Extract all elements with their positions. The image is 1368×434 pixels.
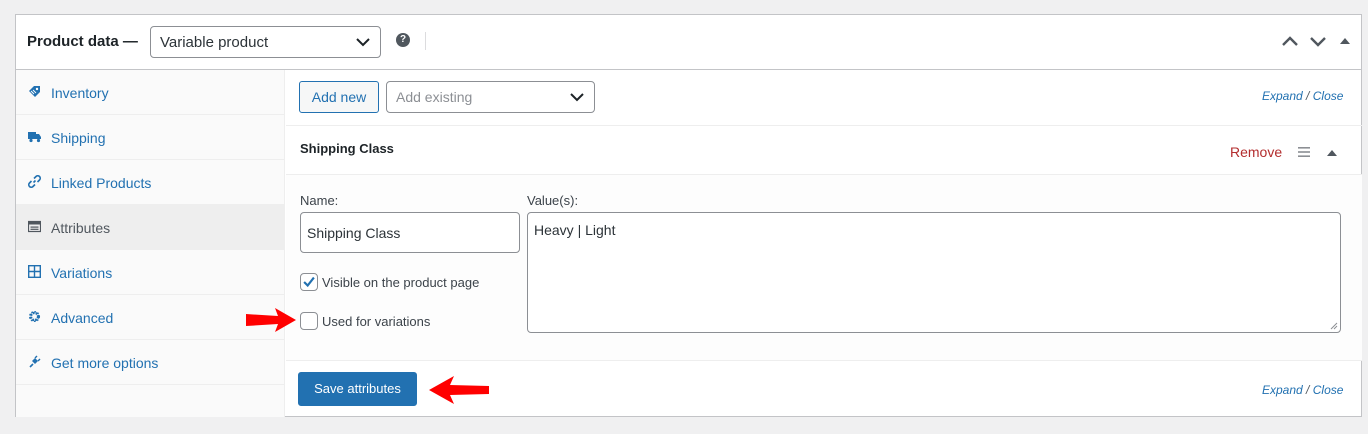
chevron-down-icon — [570, 93, 584, 102]
annotation-arrow-icon — [429, 376, 489, 404]
sidebar-item-shipping[interactable]: Shipping — [16, 115, 284, 160]
visible-label: Visible on the product page — [322, 275, 480, 290]
annotation-arrow-icon — [246, 308, 296, 332]
tag-icon — [29, 86, 40, 97]
grid-icon — [28, 265, 41, 278]
visible-checkbox[interactable] — [300, 273, 318, 291]
sidebar-item-label: Advanced — [51, 310, 114, 326]
gear-icon — [28, 310, 41, 323]
sidebar-item-attributes[interactable]: Attributes — [16, 205, 284, 250]
sidebar-item-variations[interactable]: Variations — [16, 250, 284, 295]
move-down-icon[interactable] — [1309, 34, 1327, 48]
sidebar-item-label: Shipping — [51, 130, 106, 146]
attribute-values-textarea[interactable]: Heavy | Light — [527, 212, 1341, 333]
sidebar-item-linked-products[interactable]: Linked Products — [16, 160, 284, 205]
name-label: Name: — [300, 193, 339, 208]
add-existing-select[interactable]: Add existing — [386, 81, 595, 113]
product-data-panel: Product data — Variable product ? Invent… — [15, 14, 1362, 417]
sidebar-item-label: Variations — [51, 265, 113, 281]
attribute-values-text: Heavy | Light — [534, 222, 616, 238]
panel-title: Product data — — [27, 33, 138, 50]
collapse-icon[interactable] — [1327, 149, 1337, 156]
plugin-icon — [29, 355, 41, 368]
sidebar-item-label: Attributes — [51, 220, 111, 236]
values-label: Value(s): — [527, 193, 579, 208]
attribute-name-input[interactable]: Shipping Class — [300, 212, 520, 253]
add-new-button[interactable]: Add new — [299, 81, 379, 113]
checkmark-icon — [303, 276, 315, 288]
expand-close-links-bottom: Expand / Close — [1262, 383, 1343, 397]
expand-close-links: Expand / Close — [1262, 89, 1343, 103]
save-attributes-button[interactable]: Save attributes — [298, 372, 417, 406]
sidebar-item-label: Linked Products — [51, 175, 152, 191]
separator: / — [1306, 89, 1310, 103]
header-divider — [425, 32, 426, 50]
help-icon[interactable]: ? — [396, 33, 410, 47]
drag-handle-icon[interactable] — [1298, 147, 1310, 157]
close-link[interactable]: Close — [1313, 383, 1344, 397]
sidebar-item-get-more-options[interactable]: Get more options — [16, 340, 284, 385]
attribute-title: Shipping Class — [300, 141, 394, 156]
chevron-down-icon — [356, 38, 370, 47]
product-type-select[interactable]: Variable product — [150, 26, 381, 58]
separator: / — [1306, 383, 1310, 397]
expand-link[interactable]: Expand — [1262, 89, 1303, 103]
resize-grip-icon[interactable] — [1330, 322, 1338, 330]
product-data-header: Product data — Variable product ? — [16, 15, 1361, 70]
product-type-value: Variable product — [160, 34, 269, 51]
attribute-header[interactable]: Shipping Class — [286, 126, 1362, 175]
add-existing-placeholder: Add existing — [396, 89, 473, 105]
toggle-panel-icon[interactable] — [1339, 34, 1351, 48]
sidebar-item-advanced[interactable]: Advanced — [16, 295, 284, 340]
attributes-toolbar: Add new Add existing Expand / Close — [286, 70, 1362, 126]
sidebar-item-label: Inventory — [51, 85, 109, 101]
expand-link[interactable]: Expand — [1262, 383, 1303, 397]
list-view-icon — [28, 220, 41, 233]
attribute-fields: Name: Value(s): Shipping Class Heavy | L… — [286, 175, 1362, 361]
truck-icon — [28, 132, 41, 143]
sidebar-item-inventory[interactable]: Inventory — [16, 70, 284, 115]
used-for-variations-checkbox[interactable] — [300, 312, 318, 330]
used-for-variations-label: Used for variations — [322, 314, 431, 329]
sidebar-item-label: Get more options — [51, 355, 159, 371]
remove-attribute-link[interactable]: Remove — [1230, 144, 1282, 160]
move-up-icon[interactable] — [1281, 34, 1299, 48]
close-link[interactable]: Close — [1313, 89, 1344, 103]
link-icon — [28, 175, 41, 188]
attributes-panel: Add new Add existing Expand / Close Ship… — [286, 70, 1362, 417]
product-data-tabs: Inventory Shipping Linked Products Attri… — [16, 70, 285, 417]
